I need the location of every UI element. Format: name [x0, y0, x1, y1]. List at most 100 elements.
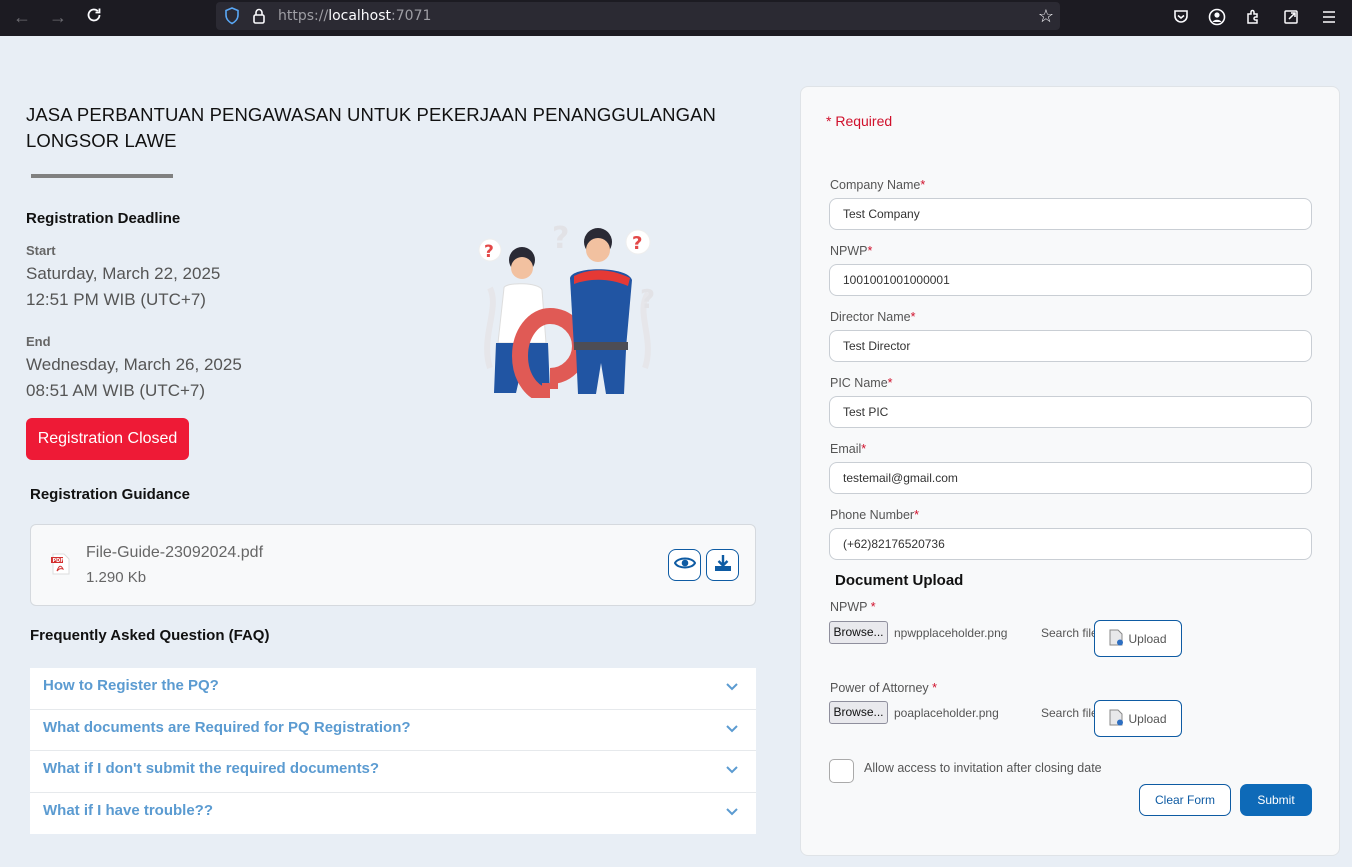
faq-question[interactable]: What documents are Required for PQ Regis…	[43, 719, 411, 736]
poa-upload-label: Power of Attorney *	[830, 681, 937, 695]
required-star: *	[920, 178, 926, 192]
guidance-file-name[interactable]: File-Guide-23092024.pdf	[86, 544, 263, 562]
guidance-file-size: 1.290 Kb	[86, 569, 147, 586]
faq-accordion: How to Register the PQ? What documents a…	[30, 668, 756, 834]
url-host: localhost	[328, 8, 392, 24]
lock-icon[interactable]	[252, 7, 266, 30]
phone-input[interactable]: (+62)82176520736	[829, 528, 1312, 560]
npwp-label: NPWP*	[830, 244, 872, 258]
shield-icon[interactable]	[224, 7, 240, 30]
svg-text:?: ?	[552, 221, 569, 256]
page-title: JASA PERBANTUAN PENGAWASAN UNTUK PEKERJA…	[26, 104, 717, 151]
faq-item[interactable]: What if I don't submit the required docu…	[30, 751, 756, 793]
required-star: *	[887, 376, 893, 390]
svg-text:?: ?	[640, 285, 655, 315]
submit-button[interactable]: Submit	[1240, 784, 1312, 816]
end-time: 08:51 AM WIB (UTC+7)	[26, 381, 206, 400]
poa-upload-button[interactable]: Upload	[1094, 700, 1182, 737]
reload-icon[interactable]	[82, 6, 106, 28]
company-name-label: Company Name*	[830, 178, 925, 192]
account-icon[interactable]	[1206, 6, 1228, 28]
npwp-label-text: NPWP	[830, 244, 868, 258]
email-input[interactable]: testemail@gmail.com	[829, 462, 1312, 494]
faq-item[interactable]: What documents are Required for PQ Regis…	[30, 710, 756, 751]
back-icon[interactable]: ←	[10, 6, 34, 28]
browser-toolbar: ← → https://localhost:7071 ☆	[0, 0, 1352, 36]
faq-heading: Frequently Asked Question (FAQ)	[30, 627, 270, 644]
phone-label: Phone Number*	[830, 508, 919, 522]
faq-item[interactable]: How to Register the PQ?	[30, 668, 756, 710]
npwp-search-file: Search file	[1041, 626, 1098, 640]
email-label-text: Email	[830, 442, 862, 456]
chevron-down-icon[interactable]	[726, 761, 738, 779]
required-star: *	[914, 508, 919, 522]
open-external-icon[interactable]	[1280, 6, 1302, 28]
required-star: *	[932, 681, 938, 695]
bookmark-star-icon[interactable]: ☆	[1038, 6, 1054, 27]
director-name-label-text: Director Name	[830, 310, 911, 324]
company-name-input[interactable]: Test Company	[829, 198, 1312, 230]
confused-people-illustration: ? ? ? ?	[470, 218, 665, 404]
document-upload-heading: Document Upload	[835, 572, 964, 589]
faq-question[interactable]: How to Register the PQ?	[43, 677, 219, 694]
chevron-down-icon[interactable]	[726, 720, 738, 738]
company-name-label-text: Company Name	[830, 178, 921, 192]
end-label: End	[26, 334, 51, 349]
registration-form: * Required Company Name* Test Company NP…	[800, 86, 1340, 856]
extensions-icon[interactable]	[1242, 6, 1264, 28]
address-bar[interactable]: https://localhost:7071 ☆	[216, 2, 1060, 30]
eye-icon	[673, 555, 696, 576]
required-note: * Required	[826, 113, 893, 129]
pic-name-input[interactable]: Test PIC	[829, 396, 1312, 428]
npwp-upload-label: NPWP *	[830, 600, 876, 614]
required-star: *	[867, 244, 873, 258]
poa-file-name: poaplaceholder.png	[894, 706, 999, 720]
chevron-down-icon[interactable]	[726, 678, 738, 696]
npwp-browse-button[interactable]: Browse...	[829, 621, 888, 644]
required-star: *	[861, 442, 867, 456]
required-star: *	[910, 310, 916, 324]
faq-question[interactable]: What if I have trouble??	[43, 802, 213, 819]
svg-text:PDF: PDF	[53, 558, 64, 564]
allow-access-label[interactable]: Allow access to invitation after closing…	[864, 761, 1102, 775]
npwp-upload-label-text: Upload	[1128, 631, 1167, 646]
forward-icon[interactable]: →	[46, 6, 70, 28]
start-label: Start	[26, 243, 56, 258]
clear-form-button[interactable]: Clear Form	[1139, 784, 1231, 816]
registration-status-button[interactable]: Registration Closed	[26, 418, 189, 460]
email-label: Email*	[830, 442, 866, 456]
download-icon	[714, 554, 732, 577]
end-date: Wednesday, March 26, 2025	[26, 355, 242, 374]
start-time: 12:51 PM WIB (UTC+7)	[26, 290, 206, 309]
url-text[interactable]: https://localhost:7071	[278, 8, 431, 24]
pic-name-label-text: PIC Name	[830, 376, 888, 390]
start-date: Saturday, March 22, 2025	[26, 264, 221, 283]
faq-item[interactable]: What if I have trouble??	[30, 793, 756, 835]
poa-browse-button[interactable]: Browse...	[829, 701, 888, 724]
download-file-button[interactable]	[706, 549, 739, 581]
required-star: *	[870, 600, 876, 614]
director-name-input[interactable]: Test Director	[829, 330, 1312, 362]
svg-text:?: ?	[484, 242, 494, 262]
pic-name-label: PIC Name*	[830, 376, 893, 390]
faq-question[interactable]: What if I don't submit the required docu…	[43, 760, 379, 777]
npwp-file-name: npwpplaceholder.png	[894, 626, 1008, 640]
title-divider	[31, 174, 173, 178]
pocket-icon[interactable]	[1170, 6, 1192, 28]
guidance-file-card: PDF File-Guide-23092024.pdf 1.290 Kb	[30, 524, 756, 606]
phone-label-text: Phone Number	[830, 508, 915, 522]
director-name-label: Director Name*	[830, 310, 915, 324]
file-upload-icon	[1109, 629, 1124, 649]
allow-access-checkbox[interactable]	[829, 759, 854, 783]
svg-text:?: ?	[632, 233, 642, 254]
url-port: :7071	[391, 8, 432, 24]
npwp-upload-button[interactable]: Upload	[1094, 620, 1182, 657]
url-scheme: https://	[278, 8, 329, 24]
poa-upload-label-text: Upload	[1128, 711, 1167, 726]
deadline-heading: Registration Deadline	[26, 210, 181, 227]
view-file-button[interactable]	[668, 549, 701, 581]
npwp-input[interactable]: 1001001001000001	[829, 264, 1312, 296]
menu-icon[interactable]	[1318, 6, 1340, 28]
poa-upload-label-text: Power of Attorney	[830, 681, 929, 695]
chevron-down-icon[interactable]	[726, 803, 738, 821]
